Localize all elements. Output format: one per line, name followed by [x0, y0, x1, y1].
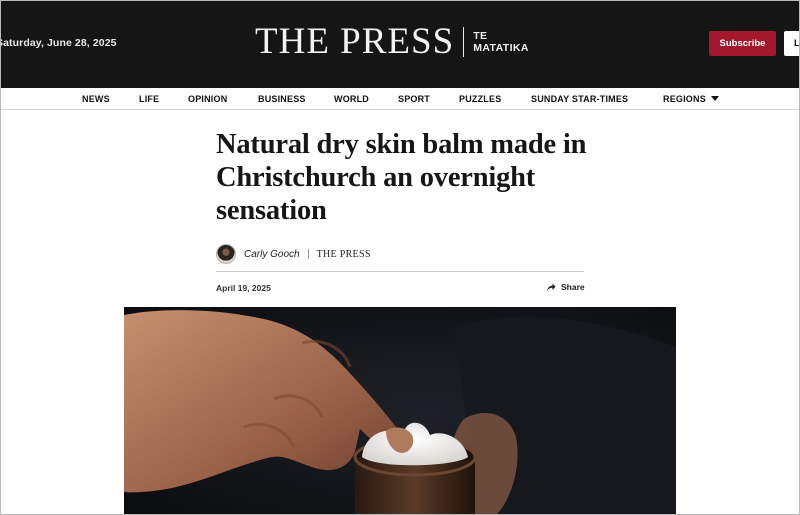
logo-divider — [463, 27, 465, 57]
article-headline: Natural dry skin balm made in Christchur… — [216, 129, 587, 226]
nav-item-opinion[interactable]: OPINION — [188, 94, 227, 104]
nav-item-world[interactable]: WORLD — [334, 94, 369, 104]
subscribe-button[interactable]: Subscribe — [709, 31, 776, 56]
hand-with-balm-jar-photo — [124, 307, 676, 515]
current-date: Saturday, June 28, 2025 — [0, 37, 117, 49]
share-label: Share — [561, 282, 585, 292]
byline-rule — [216, 271, 584, 272]
share-button[interactable]: Share — [546, 282, 585, 292]
site-logo[interactable]: THE PRESS TE MATATIKA — [255, 22, 529, 62]
hero-image — [124, 307, 676, 515]
logo-subtitle-line2: MATATIKA — [473, 42, 529, 54]
nav-item-business[interactable]: BUSINESS — [258, 94, 306, 104]
nav-item-news[interactable]: NEWS — [82, 94, 110, 104]
nav-item-sport[interactable]: SPORT — [398, 94, 430, 104]
nav-item-regions-label: REGIONS — [663, 94, 706, 104]
nav-item-life[interactable]: LIFE — [139, 94, 159, 104]
main-nav: NEWS LIFE OPINION BUSINESS WORLD SPORT P… — [0, 88, 800, 110]
login-button[interactable]: L — [784, 31, 800, 56]
chevron-down-icon — [710, 96, 719, 101]
author-avatar[interactable] — [216, 244, 236, 264]
byline-divider — [307, 249, 309, 259]
publish-date: April 19, 2025 — [216, 283, 271, 293]
nav-item-regions[interactable]: REGIONS — [663, 94, 719, 104]
site-header: Saturday, June 28, 2025 THE PRESS TE MAT… — [0, 0, 800, 88]
nav-item-sunday-star-times[interactable]: SUNDAY STAR-TIMES — [531, 94, 628, 104]
nav-item-puzzles[interactable]: PUZZLES — [459, 94, 501, 104]
publication-name: THE PRESS — [316, 248, 371, 260]
logo-subtitle: TE MATATIKA — [473, 30, 529, 54]
byline: Carly Gooch THE PRESS — [216, 244, 371, 264]
author-name[interactable]: Carly Gooch — [244, 249, 300, 260]
logo-subtitle-line1: TE — [473, 30, 488, 42]
logo-wordmark: THE PRESS — [255, 21, 455, 62]
share-arrow-icon — [547, 283, 556, 291]
